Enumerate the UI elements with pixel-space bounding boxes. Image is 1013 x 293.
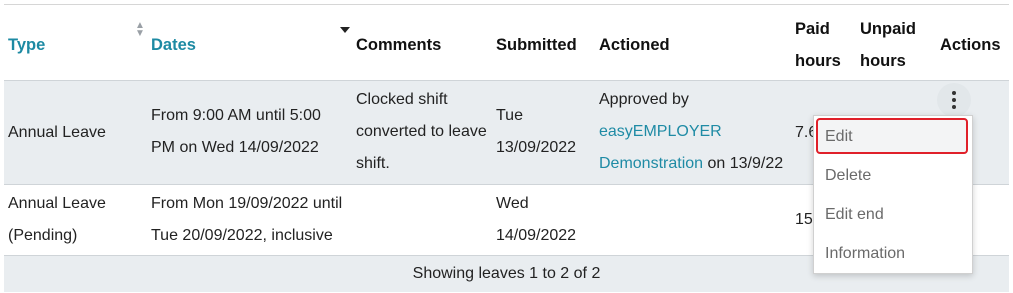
row1-actioned-date: on 13/9/22 bbox=[703, 155, 784, 172]
row2-paid-hours: 15 bbox=[795, 211, 813, 228]
menu-item-edit[interactable]: Edit bbox=[825, 128, 853, 146]
column-header-actions: Actions bbox=[940, 36, 1001, 54]
sort-arrows-icon[interactable]: ▲ ▼ bbox=[135, 21, 145, 39]
row1-actioned-line1: Approved by bbox=[599, 91, 689, 108]
column-header-comments[interactable]: Comments bbox=[356, 36, 441, 55]
row1-actioned-link-name1[interactable]: easyEMPLOYER bbox=[599, 116, 722, 148]
row1-comments-line1: Clocked shift bbox=[356, 91, 448, 108]
row-actions-kebab-icon[interactable] bbox=[937, 83, 971, 117]
column-header-dates[interactable]: Dates bbox=[151, 36, 196, 55]
row2-type-line2: (Pending) bbox=[8, 227, 78, 244]
row1-type: Annual Leave bbox=[8, 124, 106, 141]
row2-dates-line2: Tue 20/09/2022, inclusive bbox=[151, 227, 333, 244]
row1-dates-line2: PM on Wed 14/09/2022 bbox=[151, 139, 319, 156]
leaves-table: Type ▲ ▼ Dates Comments Submitted Actione… bbox=[0, 0, 1013, 293]
column-header-unpaid-line1: Unpaid bbox=[860, 20, 916, 38]
table-top-border bbox=[4, 4, 1009, 5]
row1-actioned-link-name2[interactable]: Demonstration bbox=[599, 155, 703, 172]
row1-dates-line1: From 9:00 AM until 5:00 bbox=[151, 107, 321, 124]
row1-comments-line3: shift. bbox=[356, 155, 390, 172]
column-header-submitted[interactable]: Submitted bbox=[496, 36, 577, 55]
column-header-type[interactable]: Type bbox=[8, 36, 45, 55]
row2-submitted-line1: Wed bbox=[496, 195, 529, 212]
row2-submitted-line2: 14/09/2022 bbox=[496, 227, 577, 244]
menu-item-edit-end[interactable]: Edit end bbox=[825, 206, 884, 224]
menu-item-information[interactable]: Information bbox=[825, 245, 905, 263]
row1-comments-line2: converted to leave bbox=[356, 123, 487, 140]
sort-desc-icon[interactable] bbox=[340, 27, 350, 33]
column-header-actioned[interactable]: Actioned bbox=[599, 36, 670, 55]
row2-dates-line1: From Mon 19/09/2022 until bbox=[151, 195, 343, 212]
row2-type-line1: Annual Leave bbox=[8, 195, 106, 212]
row1-submitted-line1: Tue bbox=[496, 107, 523, 124]
menu-item-delete[interactable]: Delete bbox=[825, 167, 871, 185]
row1-actioned-line3: Demonstration on 13/9/22 bbox=[599, 148, 783, 180]
row-actions-menu: Edit Delete Edit end Information bbox=[813, 115, 973, 274]
column-header-paid-line2: hours bbox=[795, 52, 841, 70]
column-header-paid-line1: Paid bbox=[795, 20, 830, 38]
column-header-unpaid-line2: hours bbox=[860, 52, 906, 70]
row1-submitted-line2: 13/09/2022 bbox=[496, 139, 577, 156]
